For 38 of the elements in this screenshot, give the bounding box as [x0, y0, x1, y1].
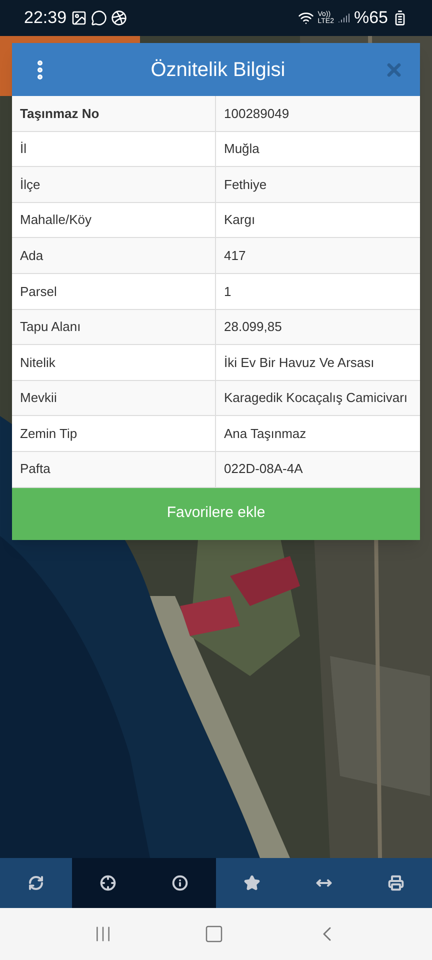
info-icon — [172, 875, 188, 891]
attribute-label: Nitelik — [20, 354, 56, 372]
attribute-label: Pafta — [20, 460, 50, 478]
attribute-label: Mevkii — [20, 389, 57, 408]
printer-icon — [388, 875, 404, 891]
wifi-icon — [298, 10, 314, 26]
battery-level: %65 — [354, 7, 388, 30]
attribute-label: Ada — [20, 246, 44, 265]
attribute-value: 100289049 — [224, 104, 290, 123]
status-time: 22:39 — [24, 7, 67, 30]
attribute-label: İl — [20, 140, 26, 158]
dialog-title: Öznitelik Bilgisi — [150, 58, 286, 82]
attribute-value: Fethiye — [224, 176, 267, 194]
attribute-value: Ana Taşınmaz — [224, 424, 306, 443]
toolbar-button[interactable] — [144, 858, 216, 908]
attribute-label: Parsel — [20, 282, 57, 301]
chat-icon — [90, 10, 107, 26]
crosshair-icon — [100, 875, 116, 891]
gallery-icon — [70, 10, 87, 26]
attribute-label: Tapu Alanı — [20, 318, 81, 336]
attribute-value: Kargı — [224, 211, 256, 230]
attribute-value: 28.099,85 — [224, 318, 282, 336]
attribute-label: Zemin Tip — [20, 424, 78, 443]
attribute-label: Taşınmaz No — [20, 104, 100, 123]
attribute-label: İlçe — [20, 176, 40, 194]
attribute-value: 417 — [224, 246, 246, 265]
star-icon — [244, 875, 260, 891]
add-favorites-button[interactable]: Favorilere ekle — [12, 488, 420, 540]
attribute-label: Mahalle/Köy — [20, 211, 92, 230]
attribute-value: 1 — [224, 282, 232, 301]
attribute-value: İki Ev Bir Havuz Ve Arsası — [224, 354, 374, 372]
ball-icon — [110, 10, 127, 26]
refresh-icon — [28, 875, 44, 891]
attribute-value: 022D-08A-4A — [224, 460, 303, 478]
toolbar-button[interactable] — [72, 858, 144, 908]
home-icon[interactable] — [204, 924, 224, 944]
attribute-value: Karagedik Kocaçalış Camicivarı — [224, 389, 408, 408]
attribute-value: Muğla — [224, 140, 260, 158]
